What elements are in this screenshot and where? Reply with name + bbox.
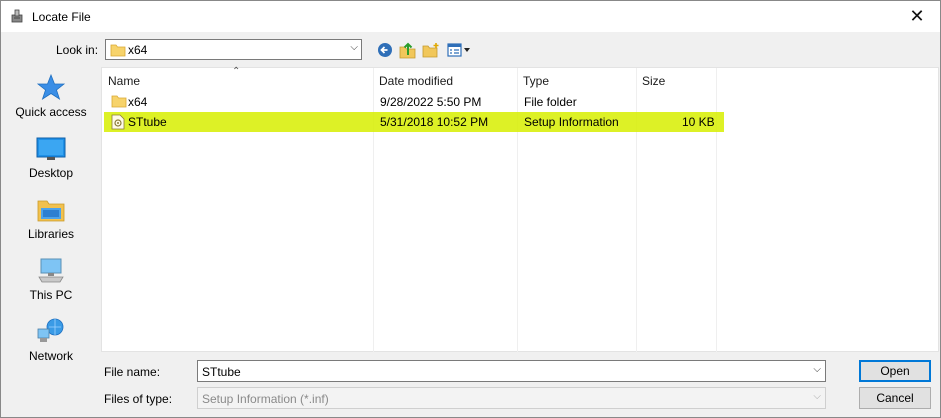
locate-file-dialog: Locate File ✕ Look in: x64 ⌵ Quick acces… <box>0 0 941 418</box>
column-header-name[interactable]: Name <box>108 68 140 93</box>
libraries-icon <box>37 200 65 222</box>
column-header-type[interactable]: Type <box>523 68 549 93</box>
close-button[interactable]: ✕ <box>894 1 940 32</box>
title-bar: Locate File ✕ <box>1 1 940 32</box>
place-libraries[interactable]: Libraries <box>5 189 97 247</box>
place-this-pc[interactable]: This PC <box>5 250 97 308</box>
place-quick-access[interactable]: Quick access <box>5 67 97 125</box>
look-in-dropdown[interactable]: x64 ⌵ <box>105 39 362 60</box>
place-label: Libraries <box>27 227 75 241</box>
file-name: STtube <box>128 115 167 129</box>
this-pc-icon <box>38 258 64 283</box>
view-menu-icon <box>447 43 470 57</box>
places-bar: Quick access Desktop Libraries This PC N… <box>5 67 97 381</box>
place-label: This PC <box>29 288 73 302</box>
up-folder-icon <box>399 42 416 59</box>
create-new-folder-button[interactable] <box>421 41 441 59</box>
chevron-down-icon[interactable]: ⌵ <box>350 42 358 53</box>
folder-icon <box>111 95 127 108</box>
file-date: 9/28/2022 5:50 PM <box>380 95 482 109</box>
file-size: 10 KB <box>682 115 715 129</box>
file-type: File folder <box>524 95 577 109</box>
file-date: 5/31/2018 10:52 PM <box>380 115 489 129</box>
file-row-sttube[interactable]: STtube 5/31/2018 10:52 PM Setup Informat… <box>104 112 719 132</box>
network-icon <box>37 318 64 342</box>
place-network[interactable]: Network <box>5 311 97 369</box>
chevron-down-icon[interactable]: ⌵ <box>813 364 821 375</box>
column-header-size[interactable]: Size <box>642 68 665 93</box>
open-button[interactable]: Open <box>859 360 931 382</box>
look-in-label: Look in: <box>56 43 99 57</box>
place-label: Network <box>28 349 73 363</box>
file-name-value[interactable]: STtube <box>202 365 241 379</box>
chevron-down-icon[interactable]: ⌵ <box>813 391 821 402</box>
cancel-button[interactable]: Cancel <box>859 387 931 409</box>
look-in-value: x64 <box>128 43 148 57</box>
window-title: Locate File <box>32 10 91 24</box>
file-name: x64 <box>128 95 148 109</box>
place-label: Desktop <box>28 166 74 180</box>
files-of-type-value: Setup Information (*.inf) <box>202 392 329 406</box>
back-icon <box>378 43 392 57</box>
place-label: Quick access <box>15 105 87 119</box>
cancel-button-label: Cancel <box>876 391 914 405</box>
file-name-combo[interactable]: STtube ⌵ <box>197 360 826 382</box>
new-folder-icon <box>422 43 439 58</box>
place-desktop[interactable]: Desktop <box>5 128 97 186</box>
open-button-label: Open <box>880 364 910 378</box>
files-of-type-label: Files of type: <box>104 392 173 406</box>
column-header-date-modified[interactable]: Date modified <box>379 68 453 93</box>
view-menu-button[interactable] <box>446 41 472 59</box>
back-button[interactable] <box>375 41 395 59</box>
file-type: Setup Information <box>524 115 619 129</box>
file-row-x64[interactable]: x64 9/28/2022 5:50 PM File folder <box>104 92 719 112</box>
file-name-label: File name: <box>104 365 161 379</box>
setup-information-file-icon <box>111 114 125 130</box>
files-of-type-dropdown[interactable]: Setup Information (*.inf) ⌵ <box>197 387 826 409</box>
desktop-icon <box>36 137 66 160</box>
sort-ascending-icon: ⌃ <box>232 66 241 77</box>
file-list[interactable]: ⌃ Name Date modified Type Size x64 9/28/… <box>101 66 939 353</box>
application-icon <box>11 9 23 23</box>
quick-access-star-icon <box>36 73 66 100</box>
close-icon[interactable]: ✕ <box>909 6 924 27</box>
up-one-level-button[interactable] <box>398 41 418 59</box>
folder-icon <box>110 44 126 57</box>
